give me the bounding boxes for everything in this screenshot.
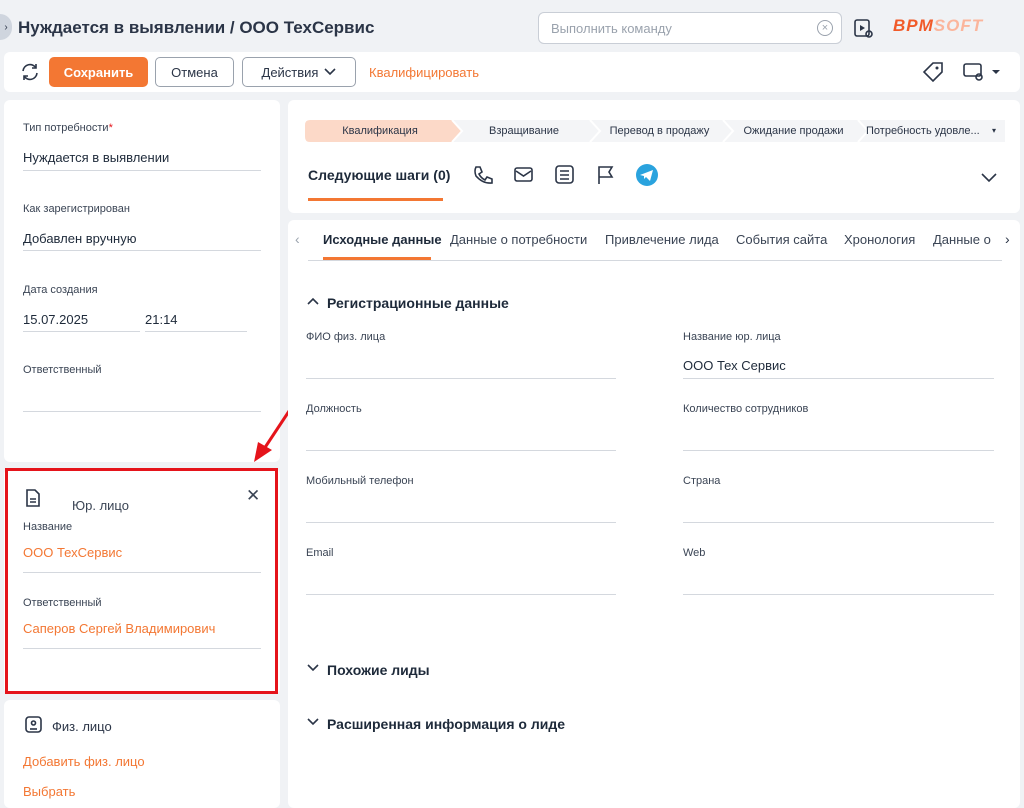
clear-icon[interactable]: × (817, 20, 833, 36)
need-type-value[interactable]: Нуждается в выявлении (23, 150, 169, 165)
command-placeholder: Выполнить команду (551, 21, 672, 36)
settings-monitor-icon[interactable] (962, 61, 1002, 83)
next-steps-underline (308, 198, 443, 201)
need-type-label: Тип потребности* (23, 122, 113, 134)
divider (306, 378, 616, 379)
page-title: Нуждается в выявлении / ООО ТехСервис (18, 18, 375, 37)
web-field[interactable] (683, 594, 994, 595)
select-person-link[interactable]: Выбрать (23, 784, 75, 799)
contact-icon (25, 716, 42, 733)
chevron-down-icon[interactable] (980, 172, 998, 184)
divider (23, 411, 261, 412)
back-tab[interactable]: › (0, 14, 12, 40)
refresh-icon[interactable] (19, 61, 41, 83)
stage-waiting[interactable]: Ожидание продажи (726, 120, 861, 142)
created-time[interactable]: 21:14 (145, 312, 178, 327)
created-date[interactable]: 15.07.2025 (23, 312, 88, 327)
stage-nurturing[interactable]: Взращивание (455, 120, 593, 142)
stage-more-icon[interactable]: ▾ (992, 126, 996, 135)
web-label: Web (683, 547, 706, 559)
video-search-icon[interactable] (853, 18, 875, 40)
command-input[interactable]: Выполнить команду × (538, 12, 842, 44)
legal-owner-value[interactable]: Саперов Сергей Владимирович (23, 621, 215, 636)
divider (23, 648, 261, 649)
save-button[interactable]: Сохранить (49, 57, 148, 87)
employees-field[interactable] (683, 450, 994, 451)
registered-label: Как зарегистрирован (23, 203, 130, 215)
mobile-label: Мобильный телефон (306, 475, 414, 487)
tab-need-data[interactable]: Данные о потребности (450, 232, 587, 247)
divider (683, 378, 994, 379)
legal-name-value[interactable]: ООО ТехСервис (23, 545, 122, 560)
email-label: Email (306, 547, 334, 559)
cancel-button[interactable]: Отмена (155, 57, 234, 87)
divider (23, 250, 261, 251)
chevron-down-icon[interactable] (306, 663, 320, 673)
country-label: Страна (683, 475, 721, 487)
tabs-next-icon[interactable]: › (1005, 231, 1010, 247)
stage-transfer[interactable]: Перевод в продажу (593, 120, 726, 142)
actions-button[interactable]: Действия (242, 57, 356, 87)
stage-satisfied[interactable]: Потребность удовле... (866, 120, 990, 142)
company-label: Название юр. лица (683, 331, 781, 343)
mail-icon[interactable] (513, 165, 535, 185)
person-title: Физ. лицо (52, 719, 112, 734)
phone-icon[interactable] (472, 164, 494, 186)
reg-section-title[interactable]: Регистрационные данные (327, 295, 509, 311)
tabs-prev-icon[interactable]: ‹ (295, 231, 300, 247)
telegram-icon[interactable] (635, 163, 659, 187)
document-icon (26, 489, 40, 507)
chevron-down-icon (324, 68, 337, 76)
tab-data-about[interactable]: Данные о (933, 232, 993, 247)
country-field[interactable] (683, 522, 994, 523)
email-field[interactable] (306, 594, 616, 595)
similar-leads-section[interactable]: Похожие лиды (327, 662, 430, 678)
add-person-link[interactable]: Добавить физ. лицо (23, 754, 145, 769)
stage-qualification[interactable]: Квалификация (305, 120, 455, 142)
fio-label: ФИО физ. лица (306, 331, 386, 343)
tag-icon[interactable] (922, 61, 944, 83)
employees-label: Количество сотрудников (683, 403, 809, 415)
notes-icon[interactable] (554, 164, 576, 186)
divider (23, 331, 140, 332)
divider (23, 572, 261, 573)
chevron-down-icon[interactable] (306, 717, 320, 727)
legal-owner-label: Ответственный (23, 597, 102, 609)
extended-info-section[interactable]: Расширенная информация о лиде (327, 716, 565, 732)
highlight-frame (5, 468, 278, 694)
legal-name-label: Название (23, 521, 73, 533)
position-label: Должность (306, 403, 362, 415)
created-label: Дата создания (23, 284, 98, 296)
company-value[interactable]: ООО Тех Сервис (683, 358, 786, 373)
owner-label: Ответственный (23, 364, 102, 376)
stage-card (288, 100, 1020, 213)
position-field[interactable] (306, 450, 616, 451)
close-icon[interactable]: ✕ (246, 486, 260, 506)
registered-value[interactable]: Добавлен вручную (23, 231, 136, 246)
next-steps-title[interactable]: Следующие шаги (0) (308, 167, 450, 183)
bpmsoft-logo: BPMSOFT (893, 16, 984, 35)
qualify-link[interactable]: Квалифицировать (369, 65, 479, 80)
mobile-field[interactable] (306, 522, 616, 523)
divider (145, 331, 247, 332)
tab-source-data[interactable]: Исходные данные (323, 232, 442, 247)
tabs-divider (308, 260, 1002, 261)
tab-attraction[interactable]: Привлечение лида (605, 232, 719, 247)
chevron-up-icon[interactable] (306, 296, 320, 306)
tab-site-events[interactable]: События сайта (736, 232, 827, 247)
flag-icon[interactable] (595, 164, 617, 186)
legal-entity-title: Юр. лицо (72, 498, 129, 513)
tab-timeline[interactable]: Хронология (844, 232, 915, 247)
divider (23, 170, 261, 171)
